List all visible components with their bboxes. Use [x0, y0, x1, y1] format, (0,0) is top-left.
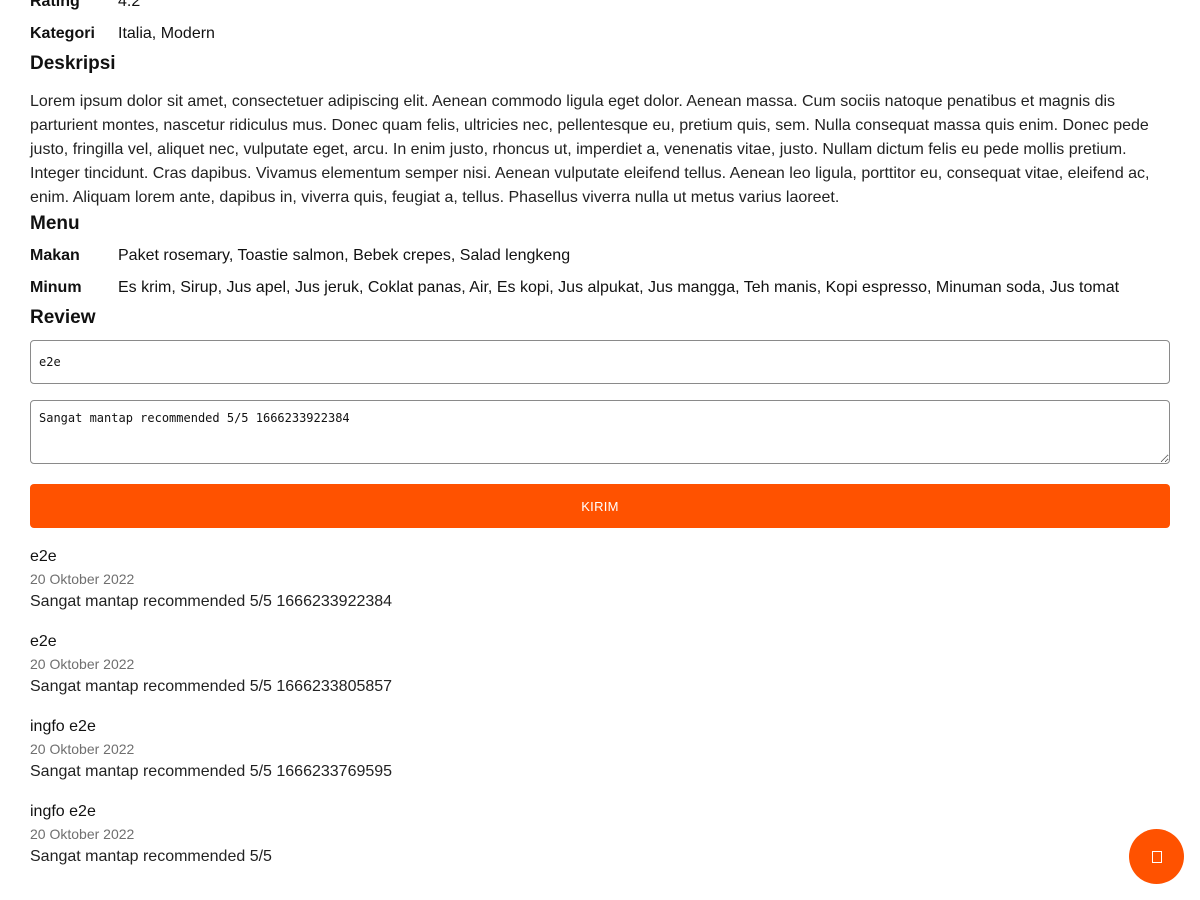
drink-label: Minum [30, 279, 82, 296]
review-date: 20 Oktober 2022 [30, 741, 135, 757]
description-title: Deskripsi [30, 53, 116, 74]
review-item: e2e 20 Oktober 2022 Sangat mantap recomm… [30, 546, 1170, 631]
food-value: Paket rosemary, Toastie salmon, Bebek cr… [118, 247, 571, 264]
category-value: Italia, Modern [118, 25, 215, 42]
review-author: e2e [30, 548, 57, 565]
category-row: Kategori Italia, Modern [30, 18, 1170, 50]
description-text: Lorem ipsum dolor sit amet, consectetuer… [30, 93, 1150, 206]
menu-list: Makan Paket rosemary, Toastie salmon, Be… [30, 240, 1170, 304]
rating-value: 4.2 [118, 0, 141, 10]
review-author: e2e [30, 633, 57, 650]
review-name-input[interactable] [30, 340, 1170, 384]
menu-title: Menu [30, 213, 80, 234]
chat-icon [1151, 850, 1162, 863]
drink-value: Es krim, Sirup, Jus apel, Jus jeruk, Cok… [118, 279, 1120, 296]
submit-review-button[interactable]: KIRIM [30, 484, 1170, 528]
review-text-input[interactable]: Sangat mantap recommended 5/5 1666233922… [30, 400, 1170, 464]
review-date: 20 Oktober 2022 [30, 826, 135, 842]
review-title: Review [30, 307, 96, 328]
review-form: Sangat mantap recommended 5/5 1666233922… [30, 340, 1170, 528]
review-text: Sangat mantap recommended 5/5 1666233922… [30, 593, 393, 610]
review-list: e2e 20 Oktober 2022 Sangat mantap recomm… [30, 546, 1170, 886]
review-author: ingfo e2e [30, 803, 96, 820]
review-author: ingfo e2e [30, 718, 96, 735]
review-item: ingfo e2e 20 Oktober 2022 Sangat mantap … [30, 801, 1170, 886]
food-label: Makan [30, 247, 80, 264]
category-label: Kategori [30, 25, 95, 42]
review-text: Sangat mantap recommended 5/5 1666233769… [30, 763, 393, 780]
menu-food-row: Makan Paket rosemary, Toastie salmon, Be… [30, 240, 1170, 272]
rating-label: Rating [30, 0, 80, 10]
restaurant-detail-page: Rating 4.2 Kategori Italia, Modern Deskr… [0, 0, 1200, 900]
floating-action-button[interactable] [1129, 829, 1184, 884]
review-date: 20 Oktober 2022 [30, 656, 135, 672]
review-item: e2e 20 Oktober 2022 Sangat mantap recomm… [30, 631, 1170, 716]
review-date: 20 Oktober 2022 [30, 571, 135, 587]
review-text: Sangat mantap recommended 5/5 1666233805… [30, 678, 393, 695]
rating-row: Rating 4.2 [30, 0, 1170, 18]
review-item: ingfo e2e 20 Oktober 2022 Sangat mantap … [30, 716, 1170, 801]
review-text: Sangat mantap recommended 5/5 [30, 848, 272, 865]
menu-drink-row: Minum Es krim, Sirup, Jus apel, Jus jeru… [30, 272, 1170, 304]
detail-content: Rating 4.2 Kategori Italia, Modern Deskr… [30, 0, 1170, 886]
